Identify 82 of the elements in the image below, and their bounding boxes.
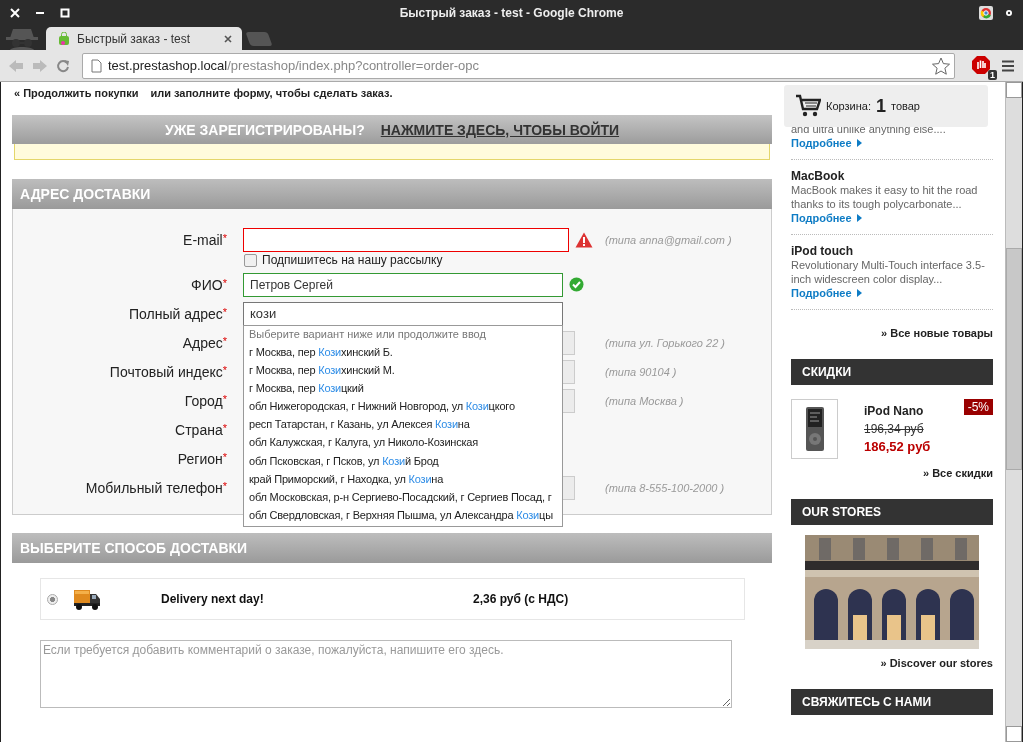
caret-icon [856, 214, 862, 222]
more-link[interactable]: Подробнее [791, 211, 862, 225]
field-hint: (типа 90104 ) [605, 365, 677, 378]
suggestion-item[interactable]: обл Нижегородская, г Нижний Новгород, ул Козицкого [244, 398, 562, 417]
address-bar[interactable]: test.prestashop.local/prestashop/index.php?controller=order-opc [82, 52, 955, 79]
dropdown-hint: Выберите вариант ниже или продолжите ввод [248, 326, 487, 342]
section-header: ВЫБЕРИТЕ СПОСОБ ДОСТАВКИ [12, 533, 772, 563]
discover-stores-link[interactable]: » Discover our stores [791, 649, 993, 689]
close-icon[interactable] [224, 34, 232, 43]
field-hint: (типа ул. Горького 22 ) [605, 336, 725, 349]
suggestion-item[interactable]: обл Свердловская, г Верхняя Пышма, ул Александра Козицы [244, 507, 562, 526]
login-link[interactable]: НАЖМИТЕ ЗДЕСЬ, ЧТОБЫ ВОЙТИ [380, 121, 620, 138]
caret-icon [856, 139, 862, 147]
suggestion-item[interactable]: обл Калужская, г Калуга, ул Николо-Козинская [244, 434, 562, 453]
suggestion-item[interactable]: обл Московская, р-н Сергиево-Посадский, г Сергиев Посад, г [244, 489, 562, 508]
radio-button[interactable] [47, 593, 58, 605]
cart-summary[interactable]: Корзина: 1 товар [784, 85, 988, 127]
block-header: СКИДКИ [791, 359, 993, 385]
field-hint: (типа Москва ) [605, 394, 684, 407]
block-header: OUR STORES [791, 499, 993, 525]
url-text: test.prestashop.local/prestashop/index.php?controller=order-opc [108, 58, 481, 73]
field-hint: (типа anna@gmail.com ) [605, 233, 732, 246]
suggestion-item[interactable]: край Приморский, г Находка, ул Козина [244, 470, 562, 489]
warning-icon [575, 231, 593, 248]
shop-bag-icon [58, 31, 70, 46]
window-title: Быстрый заказ - test - Google Chrome [398, 5, 625, 20]
music-player-icon [805, 407, 824, 451]
product-description: Revolutionary Multi-Touch interface 3.5-inch widescreen color display... [791, 258, 986, 286]
bookmark-star-icon[interactable] [932, 56, 950, 75]
stop-hand-icon[interactable] [971, 54, 991, 75]
field-hint: (типа 8-555-100-2000 ) [605, 481, 725, 494]
all-specials-link[interactable]: » Все скидки [791, 459, 993, 499]
caret-icon [856, 289, 862, 297]
field-label: Мобильный телефон* [84, 479, 227, 496]
field-label: Город* [183, 392, 227, 409]
discount-badge: -5% [963, 399, 993, 415]
reload-icon[interactable] [56, 58, 70, 73]
section-header: АДРЕС ДОСТАВКИ [12, 179, 772, 209]
suggestion-item[interactable]: обл Псковская, г Псков, ул Козий Брод [244, 452, 562, 471]
input-field[interactable] [243, 227, 569, 252]
suggestion-item[interactable]: г Москва, пер Козихинский Б. [244, 343, 562, 362]
more-link[interactable]: Подробнее [791, 286, 862, 300]
shopping-cart-icon [795, 94, 821, 118]
input-field[interactable]: кози [243, 301, 563, 326]
block-header: СВЯЖИТЕСЬ С НАМИ [791, 689, 993, 715]
carrier-price: 2,36 руб (с НДС) [473, 592, 569, 606]
suggestion-item[interactable]: респ Татарстан, г Казань, ул Алексея Козина [244, 416, 562, 435]
suggestion-item[interactable]: г Москва, пер Козихинский М. [244, 361, 562, 380]
field-label: Полный адрес* [127, 305, 227, 322]
maximize-icon[interactable] [60, 7, 70, 18]
field-label: Почтовый индекс* [108, 363, 227, 380]
product-description: MacBook makes it easy to hit the road thanks to its tough polycarbonate... [791, 183, 979, 211]
more-link[interactable]: Подробнее [791, 136, 862, 150]
field-label: E-mail* [182, 231, 227, 248]
field-label: Адрес* [181, 334, 227, 351]
product-thumbnail[interactable] [791, 399, 838, 459]
page-icon [91, 58, 102, 73]
product-name[interactable]: iPod touch [791, 244, 993, 258]
newsletter-checkbox[interactable] [244, 253, 257, 267]
suggestion-item[interactable]: г Москва, пер Козицкий [244, 379, 562, 399]
carrier-name: Delivery next day! [161, 592, 265, 606]
extension-badge: 1 [988, 69, 997, 80]
comment-field[interactable]: Если требуется добавить комментарий о заказе, пожалуйста, напишите его здесь. [40, 640, 732, 708]
truck-icon [73, 587, 101, 611]
product-name[interactable]: MacBook [791, 169, 993, 183]
old-price: 196,34 руб [864, 422, 925, 436]
scrollbar[interactable] [1005, 82, 1022, 742]
all-new-products-link[interactable]: » Все новые товары [791, 319, 993, 359]
input-field[interactable]: Петров Сергей [243, 272, 563, 297]
field-label: Страна* [174, 421, 227, 438]
continue-shopping-link[interactable]: « Продолжить покупки [14, 87, 139, 99]
sale-price: 186,52 руб [864, 439, 931, 454]
login-question: УЖЕ ЗАРЕГИСТРИРОВАНЫ? [164, 121, 365, 138]
field-label: ФИО* [190, 276, 227, 293]
instruction-text: или заполните форму, чтобы сделать заказ. [150, 87, 393, 99]
checkbox-label: Подпишитесь на нашу рассылку [262, 253, 443, 267]
menu-icon[interactable] [1001, 59, 1015, 72]
product-name[interactable]: iPod Nano [864, 404, 931, 418]
field-label: Регион* [176, 450, 227, 467]
checkmark-icon [569, 277, 584, 292]
chrome-icon [979, 5, 993, 20]
browser-tab[interactable]: Быстрый заказ - test [46, 27, 242, 50]
